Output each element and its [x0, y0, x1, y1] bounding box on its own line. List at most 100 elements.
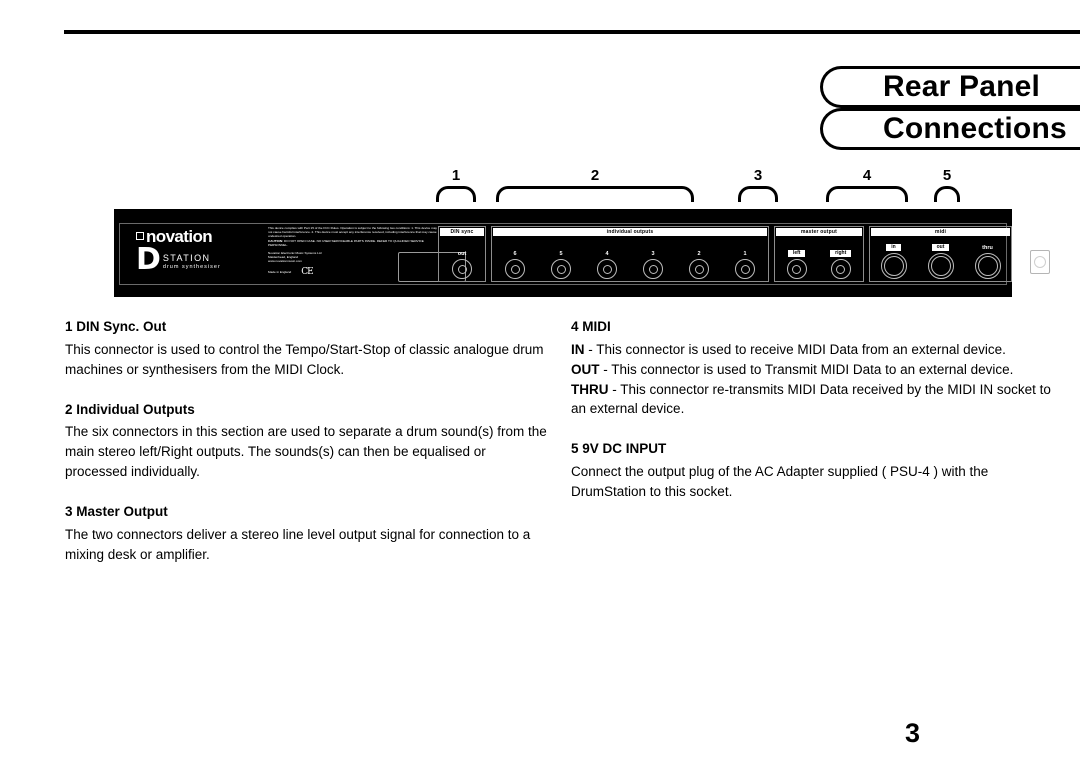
socket-icon[interactable] — [551, 259, 571, 279]
title-banner-connections: Connections — [820, 108, 1080, 150]
din-sync-group-title: DIN sync — [440, 228, 484, 236]
jack-label: 4 — [605, 250, 609, 257]
callout-3: 3 — [738, 168, 778, 202]
master-output-group-title: master output — [776, 228, 862, 236]
individual-outputs-jacks: 6 5 4 3 2 1 — [492, 236, 768, 281]
midi-thru-line: THRU - This connector re-transmits MIDI … — [571, 380, 1066, 420]
midi-group-title: midi — [871, 228, 1010, 236]
left-text-column: 1 DIN Sync. Out This connector is used t… — [65, 317, 551, 584]
master-output-jacks: left right — [775, 236, 863, 281]
midi-out-text: - This connector is used to Transmit MID… — [599, 361, 1014, 377]
polarity-minus-label: - — [1029, 228, 1032, 235]
caution-text: DO NOT OPEN CASE. NO USER SERVICEABLE PA… — [268, 238, 424, 247]
title-banner-rear-panel: Rear Panel — [820, 66, 1080, 108]
section-body: This connector is used to control the Te… — [65, 341, 544, 377]
callout-1-number: 1 — [451, 167, 461, 184]
section-body: The six connectors in this section are u… — [65, 424, 547, 479]
jack-label: 6 — [513, 250, 517, 257]
section-heading: 2 Individual Outputs — [65, 401, 195, 417]
jack-label: 3 — [651, 250, 655, 257]
callout-3-number: 3 — [753, 167, 763, 184]
section-individual-outputs: 2 Individual Outputs The six connectors … — [65, 400, 551, 482]
rear-panel-illustration: novation D STATION drum synthesiser This… — [114, 209, 1052, 297]
socket-icon[interactable] — [830, 259, 851, 279]
socket-icon[interactable] — [689, 259, 709, 279]
din-socket-icon[interactable] — [880, 253, 907, 279]
callout-2-number: 2 — [590, 167, 600, 184]
callout-5-number: 5 — [942, 167, 952, 184]
dstation-d-glyph: D — [136, 242, 161, 277]
socket-icon[interactable] — [786, 259, 807, 279]
section-midi: 4 MIDI IN - This connector is used to re… — [571, 317, 1066, 419]
individual-outputs-group-title: individual outputs — [493, 228, 767, 236]
jack-individual-6[interactable]: 6 — [505, 250, 525, 282]
callout-4-bracket — [826, 186, 908, 202]
section-dc-input: 5 9V DC INPUT Connect the output plug of… — [571, 439, 1066, 502]
jack-individual-1[interactable]: 1 — [735, 250, 755, 282]
section-heading: 3 Master Output — [65, 503, 168, 519]
midi-out-line: OUT - This connector is used to Transmit… — [571, 360, 1066, 380]
callout-5-bracket — [934, 186, 960, 202]
fcc-statement: This device complies with Part 15 of the… — [268, 226, 437, 239]
title-banner-connections-label: Connections — [883, 112, 1067, 145]
jack-label: right — [830, 250, 852, 257]
callout-4: 4 — [826, 168, 908, 202]
jack-label: out — [457, 250, 467, 257]
jack-master-left[interactable]: left — [786, 250, 807, 281]
jack-individual-4[interactable]: 4 — [597, 250, 617, 282]
callout-2-bracket — [496, 186, 694, 202]
socket-icon[interactable] — [643, 259, 663, 279]
dstation-tagline: drum synthesiser — [162, 263, 221, 270]
jack-label: 5 — [559, 250, 563, 257]
title-banner-rear-panel-label: Rear Panel — [883, 70, 1041, 103]
socket-icon[interactable] — [505, 259, 525, 279]
section-master-output: 3 Master Output The two connectors deliv… — [65, 502, 551, 565]
midi-in-text: - This connector is used to receive MIDI… — [584, 341, 1006, 357]
midi-jacks: in out thru — [870, 236, 1011, 281]
section-body: The two connectors deliver a stereo line… — [65, 526, 531, 562]
header-rule — [64, 30, 1080, 34]
jack-individual-2[interactable]: 2 — [689, 250, 709, 282]
jack-midi-in[interactable]: in — [880, 244, 907, 281]
connector-group-din-sync: DIN sync out — [438, 226, 486, 282]
jack-master-right[interactable]: right — [830, 250, 852, 281]
dc-polarity-icon — [1033, 228, 1045, 235]
section-heading: 4 MIDI — [571, 319, 611, 334]
socket-icon[interactable] — [452, 259, 472, 279]
callout-1-bracket — [436, 186, 476, 202]
callout-3-bracket — [738, 186, 778, 202]
power-input-section: - + POWER IN 9V DC 800mA — [1018, 228, 1062, 275]
jack-label: 2 — [697, 250, 701, 257]
section-heading: 1 DIN Sync. Out — [65, 319, 167, 334]
jack-label: out — [931, 244, 950, 251]
jack-midi-thru[interactable]: thru — [974, 244, 1001, 282]
novation-branding: novation D STATION drum synthesiser — [136, 228, 264, 277]
jack-individual-5[interactable]: 5 — [551, 250, 571, 282]
jack-individual-3[interactable]: 3 — [643, 250, 663, 282]
socket-icon[interactable] — [597, 259, 617, 279]
midi-in-line: IN - This connector is used to receive M… — [571, 340, 1066, 360]
callout-5: 5 — [934, 168, 960, 202]
midi-thru-lead: THRU — [571, 381, 609, 397]
dc-input-socket-icon[interactable] — [1030, 250, 1050, 275]
socket-icon[interactable] — [735, 259, 755, 279]
jack-din-sync-out[interactable]: out — [452, 250, 472, 282]
polarity-plus-label: + — [1046, 228, 1051, 235]
jack-label: left — [787, 250, 806, 257]
made-in-label: Made in England — [268, 270, 292, 275]
caution-statement: CAUTION: DO NOT OPEN CASE. NO USER SERVI… — [268, 239, 440, 247]
dstation-logo: D STATION drum synthesiser — [136, 242, 264, 277]
polarity-indicator: - + — [1029, 228, 1051, 235]
jack-label: thru — [982, 244, 993, 251]
jack-label: in — [886, 244, 901, 251]
dstation-text: STATION drum synthesiser — [162, 253, 221, 273]
din-socket-icon[interactable] — [927, 253, 954, 279]
midi-out-lead: OUT — [571, 361, 600, 377]
midi-thru-text: - This connector re-transmits MIDI Data … — [571, 381, 1051, 417]
jack-label: 1 — [743, 250, 747, 257]
page-number: 3 — [905, 718, 921, 748]
jack-midi-out[interactable]: out — [927, 244, 954, 281]
right-text-column: 4 MIDI IN - This connector is used to re… — [571, 317, 1066, 522]
din-socket-icon[interactable] — [974, 253, 1001, 279]
novation-logo-mark-icon — [136, 232, 144, 240]
